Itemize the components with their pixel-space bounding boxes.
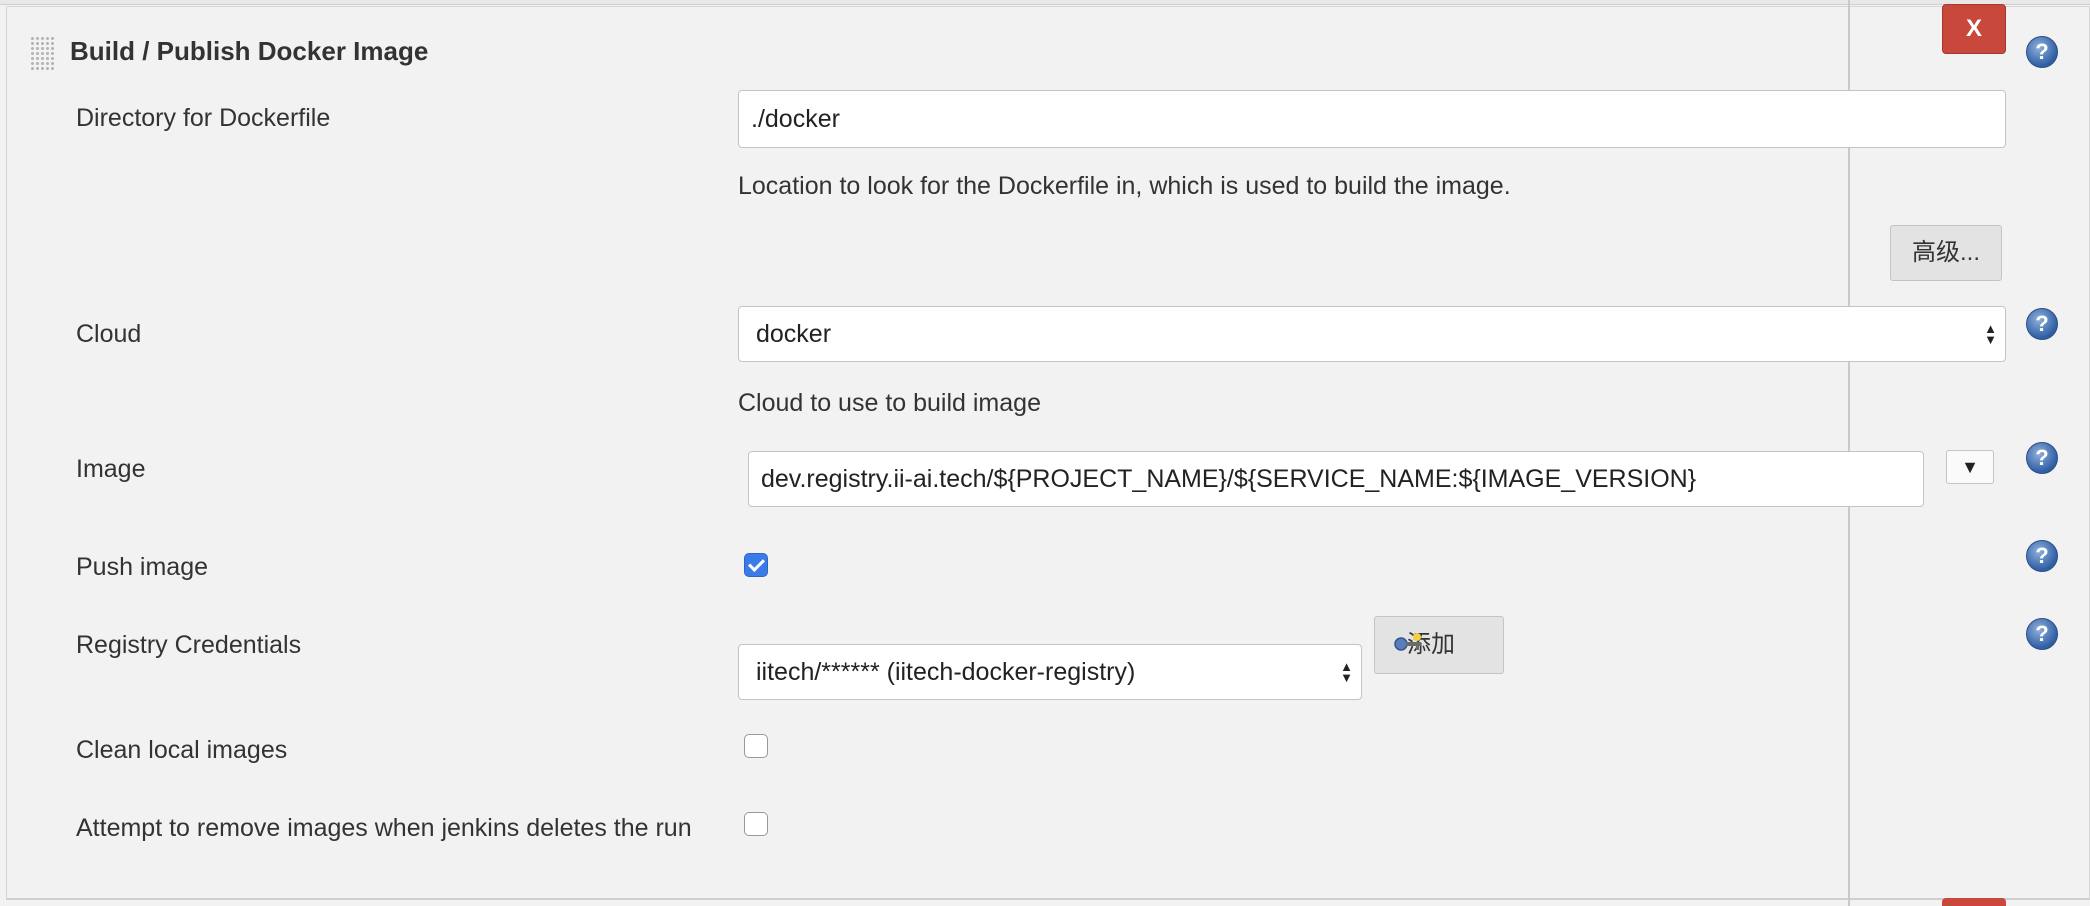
cloud-select[interactable]: docker ▲ ▼ — [738, 306, 2006, 362]
clean-local-images-checkbox[interactable] — [744, 734, 768, 758]
help-icon[interactable]: ? — [2026, 36, 2058, 68]
registry-credentials-value: iitech/****** (iitech-docker-registry) — [756, 658, 1136, 686]
section-title: Build / Publish Docker Image — [70, 36, 429, 66]
dockerfile-directory-input[interactable]: ./docker — [738, 90, 2006, 148]
push-image-checkbox[interactable] — [744, 553, 768, 577]
select-arrows-icon: ▲ ▼ — [1984, 321, 1997, 347]
cloud-selected-value: docker — [756, 320, 832, 348]
drag-handle-icon[interactable] — [30, 36, 54, 70]
dockerfile-description: Location to look for the Dockerfile in, … — [738, 172, 1511, 200]
delete-step-button[interactable]: X — [1942, 4, 2006, 54]
advanced-button[interactable]: 高级... — [1890, 225, 2002, 281]
dockerfile-directory-value: ./docker — [751, 105, 840, 133]
clean-local-images-label: Clean local images — [76, 736, 288, 764]
key-icon — [1394, 633, 1421, 651]
push-image-label: Push image — [76, 553, 209, 581]
push-image-help-icon[interactable]: ? — [2026, 540, 2058, 572]
remove-images-label: Attempt to remove images when jenkins de… — [76, 814, 692, 842]
remove-images-checkbox[interactable] — [744, 812, 768, 836]
image-help-icon[interactable]: ? — [2026, 442, 2058, 474]
cloud-help-icon[interactable]: ? — [2026, 308, 2058, 340]
image-dropdown-button[interactable]: ▼ — [1946, 450, 1994, 484]
next-delete-step-button[interactable] — [1942, 898, 2006, 906]
top-border — [0, 0, 2090, 5]
image-value: dev.registry.ii-ai.tech/${PROJECT_NAME}/… — [761, 465, 1697, 493]
registry-credentials-select[interactable]: iitech/****** (iitech-docker-registry) ▲… — [738, 644, 1362, 700]
image-input[interactable]: dev.registry.ii-ai.tech/${PROJECT_NAME}/… — [748, 451, 1924, 507]
cloud-label: Cloud — [76, 320, 142, 348]
add-credentials-button[interactable]: 添加 — [1374, 616, 1504, 674]
registry-help-icon[interactable]: ? — [2026, 618, 2058, 650]
image-label: Image — [76, 455, 146, 483]
dockerfile-label: Directory for Dockerfile — [76, 104, 331, 132]
registry-credentials-label: Registry Credentials — [76, 631, 302, 659]
select-arrows-icon: ▲ ▼ — [1340, 659, 1353, 685]
cloud-description: Cloud to use to build image — [738, 389, 1041, 417]
dropdown-arrow-icon: ▼ — [1961, 457, 1979, 477]
